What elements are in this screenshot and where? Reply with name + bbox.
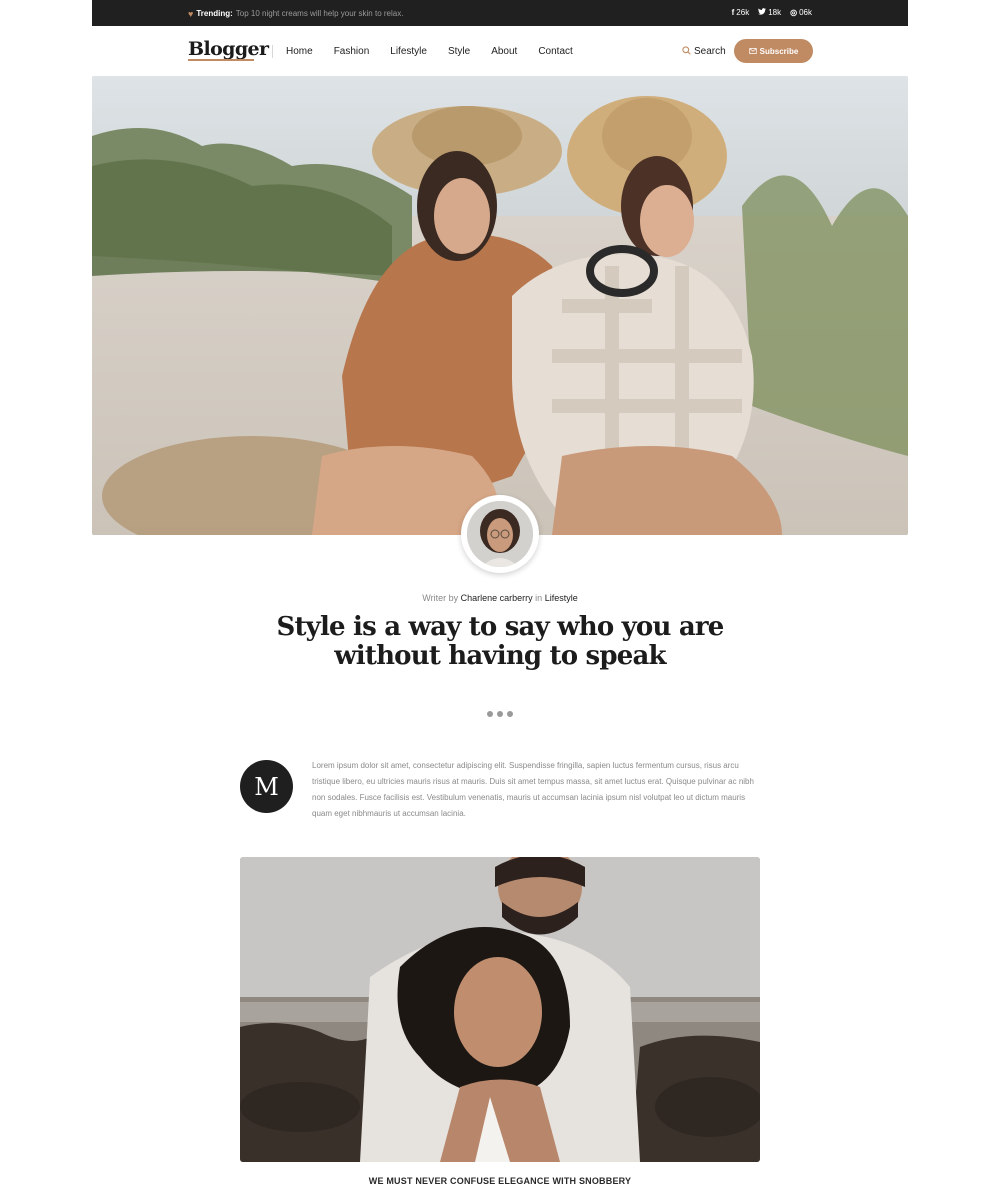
logo-underline: [188, 59, 254, 61]
subscribe-label: Subscribe: [759, 46, 799, 56]
twitter-link[interactable]: 18k: [758, 8, 781, 17]
nav-links: Home Fashion Lifestyle Style About Conta…: [286, 46, 573, 57]
trending-label: Trending:: [196, 9, 233, 18]
drop-cap: M: [240, 760, 293, 813]
nav-item-home[interactable]: Home: [286, 46, 313, 57]
heart-icon: ♥: [188, 8, 194, 19]
top-bar: ♥ Trending: Top 10 night creams will hel…: [92, 0, 908, 26]
nav-item-contact[interactable]: Contact: [538, 46, 572, 57]
author-photo: [467, 501, 533, 567]
category-link[interactable]: Lifestyle: [545, 593, 578, 603]
post-title: Style is a way to say who you are withou…: [276, 612, 724, 671]
dot: [497, 711, 503, 717]
main-nav: Blogger Home Fashion Lifestyle Style Abo…: [188, 38, 813, 64]
twitter-icon: [758, 8, 767, 17]
dribbble-link[interactable]: ◎ 06k: [790, 8, 812, 17]
social-counts: f 26k 18k ◎ 06k: [732, 8, 812, 17]
post-image: [240, 857, 760, 1162]
hero-image: [92, 76, 908, 535]
search-icon: [682, 46, 691, 57]
search-button[interactable]: Search: [682, 46, 726, 57]
site-logo[interactable]: Blogger: [188, 38, 269, 60]
trending-text[interactable]: Top 10 night creams will help your skin …: [236, 9, 404, 18]
author-avatar[interactable]: [461, 495, 539, 573]
dribbble-icon: ◎: [790, 8, 798, 17]
writer-prefix: Writer by: [422, 593, 459, 603]
in-word: in: [535, 593, 543, 603]
twitter-count: 18k: [768, 8, 782, 17]
dot: [487, 711, 493, 717]
subscribe-button[interactable]: Subscribe: [734, 39, 813, 63]
post-meta: Writer by Charlene carberry in Lifestyle: [0, 593, 1000, 603]
nav-item-lifestyle[interactable]: Lifestyle: [390, 46, 427, 57]
mail-icon: [748, 47, 757, 56]
post-paragraph: Lorem ipsum dolor sit amet, consectetur …: [312, 761, 754, 818]
facebook-count: 26k: [736, 8, 750, 17]
author-link[interactable]: Charlene carberry: [461, 593, 533, 603]
search-label: Search: [694, 46, 726, 57]
facebook-link[interactable]: f 26k: [732, 8, 750, 17]
facebook-icon: f: [731, 8, 735, 17]
trending-banner[interactable]: ♥ Trending: Top 10 night creams will hel…: [188, 9, 403, 18]
image-caption: WE MUST NEVER CONFUSE ELEGANCE WITH SNOB…: [368, 1176, 632, 1186]
nav-item-fashion[interactable]: Fashion: [334, 46, 370, 57]
dribbble-count: 06k: [799, 8, 812, 17]
nav-item-about[interactable]: About: [491, 46, 517, 57]
dot: [507, 711, 513, 717]
nav-divider: [272, 45, 273, 58]
separator-dots: [487, 711, 513, 717]
nav-item-style[interactable]: Style: [448, 46, 470, 57]
